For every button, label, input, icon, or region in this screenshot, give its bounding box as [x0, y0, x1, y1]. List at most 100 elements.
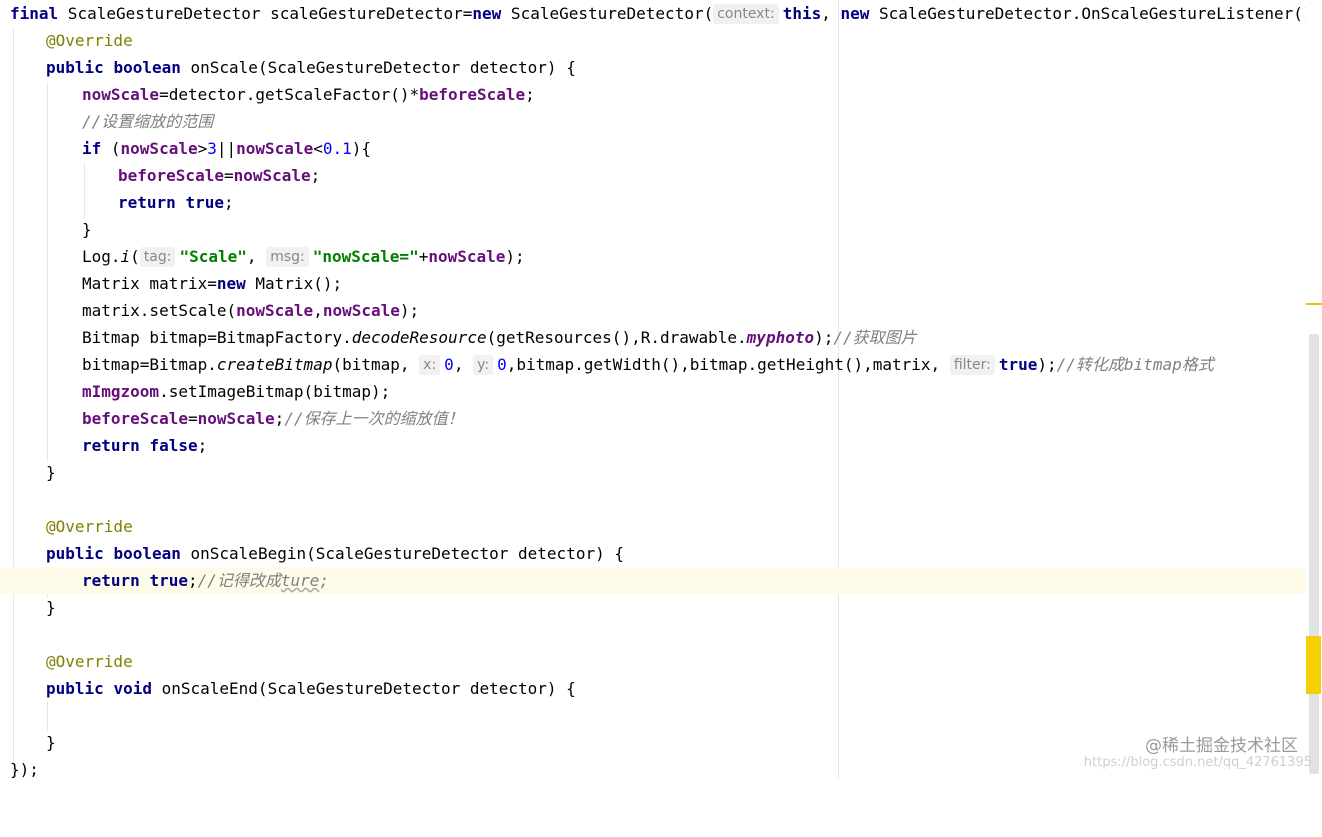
comment-text: //获取图片	[833, 328, 917, 347]
comma: ,	[246, 247, 267, 266]
code-line-9[interactable]: }	[0, 216, 1306, 243]
listener-text: ScaleGestureDetector.OnScaleGestureListe…	[869, 4, 1322, 23]
param-hint-filter: filter:	[949, 355, 995, 375]
method-args: (getResources(),R.drawable.	[486, 328, 747, 347]
code-line-26[interactable]: public void onScaleEnd(ScaleGestureDetec…	[0, 675, 1306, 702]
keyword-false: false	[149, 436, 198, 455]
statement-end: );	[399, 301, 420, 320]
number-literal: 3	[207, 139, 217, 158]
code-line-1[interactable]: final ScaleGestureDetector scaleGestureD…	[0, 0, 1313, 27]
keyword-true: true	[998, 355, 1038, 374]
code-line-28[interactable]: }	[0, 729, 1306, 756]
code-line-23[interactable]: }	[0, 594, 1306, 621]
operator-or: ||	[216, 139, 237, 158]
statement-end: );	[505, 247, 525, 266]
keyword-new: new	[840, 4, 870, 23]
keyword-new: new	[216, 274, 246, 293]
operator-gt: >	[197, 139, 208, 158]
code-line-3[interactable]: public boolean onScale(ScaleGestureDetec…	[0, 54, 1306, 81]
code-line-8[interactable]: return true;	[0, 189, 1306, 216]
watermark-logo-text: @稀土掘金技术社区	[1145, 736, 1298, 756]
scrollbar-thumb[interactable]	[1309, 334, 1319, 774]
code-line-10[interactable]: Log.i(tag: "Scale", msg: "nowScale="+nowSc…	[0, 243, 1306, 270]
code-line-16[interactable]: beforeScale=nowScale;//保存上一次的缩放值！	[0, 405, 1306, 432]
code-line-13[interactable]: Bitmap bitmap=BitmapFactory.decodeResour…	[0, 324, 1306, 351]
closing-brace: }	[82, 220, 92, 239]
keyword-public: public	[46, 679, 104, 698]
method-call: .setImageBitmap(bitmap);	[159, 382, 391, 401]
code-line-20[interactable]: @Override	[0, 513, 1306, 540]
field-nowscale: nowScale	[236, 301, 314, 320]
closing-statement: });	[10, 760, 39, 779]
comment-text: ;	[319, 571, 330, 590]
code-editor[interactable]: final ScaleGestureDetector scaleGestureD…	[0, 0, 1313, 779]
keyword-return: return	[118, 193, 176, 212]
warning-marker[interactable]	[1306, 303, 1322, 305]
field-nowscale: nowScale	[428, 247, 506, 266]
closing-brace: }	[46, 598, 56, 617]
declaration-text: ScaleGestureDetector scaleGestureDetecto…	[58, 4, 473, 23]
code-line-15[interactable]: mImgzoom.setImageBitmap(bitmap);	[0, 378, 1306, 405]
code-line-19[interactable]	[0, 486, 1306, 513]
field-nowscale: nowScale	[120, 139, 198, 158]
semicolon: ;	[223, 193, 234, 212]
code-line-12[interactable]: matrix.setScale(nowScale,nowScale);	[0, 297, 1306, 324]
method-args: ,bitmap.getWidth(),bitmap.getHeight(),ma…	[506, 355, 950, 374]
number-literal: 0	[497, 355, 507, 374]
comment-text: //转化成bitmap格式	[1056, 355, 1214, 374]
operator-assign: =	[223, 166, 234, 185]
operator-lt: <	[313, 139, 323, 158]
keyword-true: true	[149, 571, 188, 590]
string-literal: "nowScale="	[312, 247, 419, 266]
operator-assign: =	[187, 409, 198, 428]
field-nowscale: nowScale	[322, 301, 400, 320]
semicolon: ;	[187, 571, 198, 590]
code-line-17[interactable]: return false;	[0, 432, 1306, 459]
semicolon: ;	[525, 85, 535, 104]
param-hint-context: context:	[713, 4, 779, 24]
method-decoderesource: decodeResource	[351, 328, 487, 347]
vertical-scrollbar[interactable]	[1306, 0, 1322, 778]
param-hint-y: y:	[473, 355, 494, 375]
field-beforescale: beforeScale	[419, 85, 526, 104]
code-line-27[interactable]	[0, 702, 1306, 729]
code-line-18[interactable]: }	[0, 459, 1306, 486]
constructor-text: Matrix();	[245, 274, 343, 293]
code-line-4[interactable]: nowScale=detector.getScaleFactor()*befor…	[0, 81, 1306, 108]
code-line-25[interactable]: @Override	[0, 648, 1306, 675]
expression-text: =detector.getScaleFactor()*	[159, 85, 420, 104]
code-line-6[interactable]: if (nowScale>3||nowScale<0.1){	[0, 135, 1306, 162]
field-nowscale: nowScale	[82, 85, 160, 104]
code-line-5[interactable]: //设置缩放的范围	[0, 108, 1306, 135]
field-mimgzoom: mImgzoom	[82, 382, 160, 401]
code-line-22-current[interactable]: return true;//记得改成ture;	[0, 567, 1306, 594]
statement-end: );	[814, 328, 834, 347]
code-line-14[interactable]: bitmap=Bitmap.createBitmap(bitmap, x: 0, …	[0, 351, 1306, 378]
override-annotation: @Override	[46, 652, 133, 671]
field-beforescale: beforeScale	[82, 409, 188, 428]
code-line-24[interactable]	[0, 621, 1306, 648]
keyword-return: return	[82, 571, 140, 590]
code-line-2[interactable]: @Override	[0, 27, 1306, 54]
keyword-true: true	[185, 193, 224, 212]
keyword-new: new	[472, 4, 502, 23]
number-literal: 0.1	[322, 139, 352, 158]
field-beforescale: beforeScale	[118, 166, 224, 185]
code-line-7[interactable]: beforeScale=nowScale;	[0, 162, 1306, 189]
operator-plus: +	[418, 247, 429, 266]
field-nowscale: nowScale	[236, 139, 314, 158]
code-line-21[interactable]: public boolean onScaleBegin(ScaleGesture…	[0, 540, 1306, 567]
code-line-11[interactable]: Matrix matrix=new Matrix();	[0, 270, 1306, 297]
paren-open: (	[130, 247, 140, 266]
statement-end: );	[1037, 355, 1057, 374]
comma: ,	[821, 4, 841, 23]
comment-text: //记得改成	[197, 571, 281, 590]
current-line-marker[interactable]	[1306, 636, 1321, 694]
keyword-if: if	[82, 139, 102, 158]
comma: ,	[313, 301, 323, 320]
typo-word: ture	[280, 571, 320, 590]
comma: ,	[453, 355, 474, 374]
method-args: (bitmap,	[332, 355, 420, 374]
comment-text: //设置缩放的范围	[82, 112, 214, 131]
method-signature: onScaleEnd(ScaleGestureDetector detector…	[151, 679, 576, 698]
